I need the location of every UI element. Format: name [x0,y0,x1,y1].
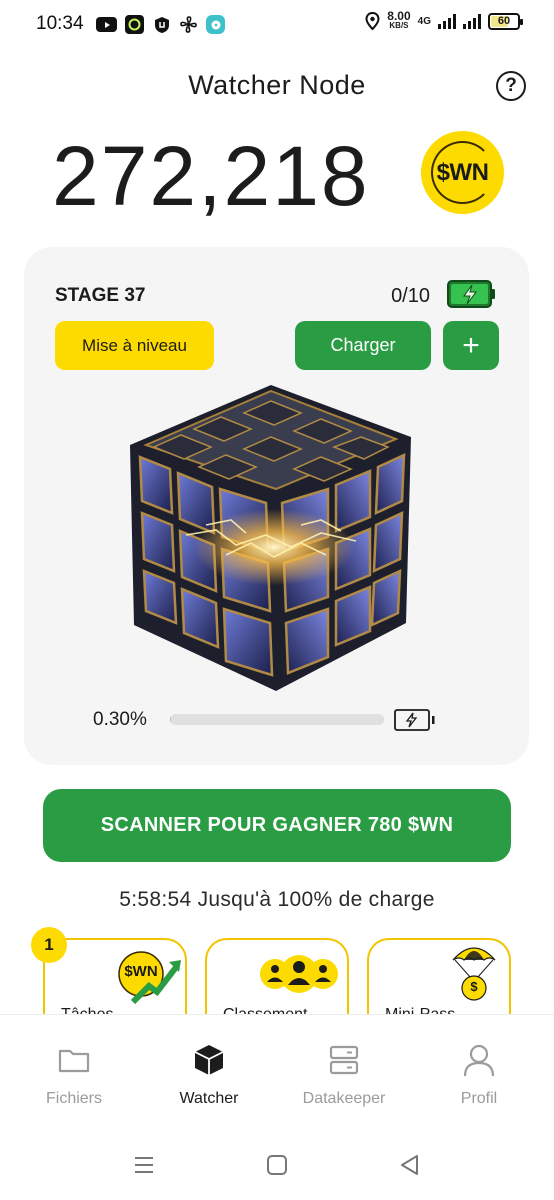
tasks-coin-label: $WN [124,963,158,980]
battery-outline-icon [394,709,435,731]
balance-amount: 272,218 [52,129,370,223]
notification-badge: 1 [31,927,67,963]
progress-percent: 0.30% [93,709,147,730]
status-right: 8.00 KB/S 4G 60 [365,9,523,30]
parachute-coin-icon [452,947,496,1001]
stage-title: STAGE 37 [55,285,146,306]
charge-button[interactable]: Charger [295,321,431,370]
fan-icon [179,15,198,34]
back-icon[interactable] [397,1152,423,1178]
user-icon [463,1044,495,1077]
charge-count: 0/10 [391,285,430,307]
people-group-icon [260,955,338,993]
chat-icon [206,15,225,34]
battery-indicator: 60 [488,12,523,30]
page-title: Watcher Node [188,70,366,100]
speed-value: 8.00 [387,9,411,23]
speed-unit: KB/S [389,21,409,30]
status-bar: 10:34 8.00 KB/S 4G 60 [0,0,554,50]
nav-datakeeper[interactable]: Datakeeper [284,1043,404,1108]
notification-icons [96,15,225,34]
nav-files[interactable]: Fichiers [14,1043,134,1108]
server-icon [329,1045,359,1075]
youtube-icon [96,17,117,32]
battery-charging-icon [447,280,495,308]
battery-level: 60 [497,15,511,27]
system-navigation [0,1124,554,1200]
add-charge-button[interactable]: + [443,321,499,370]
nav-datakeeper-label: Datakeeper [302,1090,386,1107]
location-icon [365,12,380,30]
folder-icon [58,1049,90,1073]
bottom-navigation: Fichiers Watcher Datakeeper Profil [0,1014,554,1124]
progress-bar [170,714,384,725]
shield-app-icon [152,15,171,34]
nav-watcher-label: Watcher [179,1090,239,1107]
network-speed: 8.00 KB/S [387,9,411,30]
nav-files-label: Fichiers [45,1090,102,1107]
stage-card: STAGE 37 0/10 Mise à niveau Charger + 0.… [24,247,529,765]
upgrade-button[interactable]: Mise à niveau [55,321,214,370]
help-button[interactable]: ? [496,71,526,101]
wn-coin-icon: $WN [421,131,504,214]
app-icon [125,15,144,34]
home-icon[interactable] [264,1152,290,1178]
progress-fill [170,714,171,725]
network-type: 4G [417,15,431,27]
mini-pass-coin-label: $ [470,979,478,994]
nav-profile-label: Profil [460,1090,498,1107]
nav-watcher[interactable]: Watcher [149,1043,269,1108]
nav-profile[interactable]: Profil [419,1043,539,1108]
charge-timer: 5:58:54 Jusqu'à 100% de charge [119,888,435,911]
status-time: 10:34 [36,13,84,34]
cube-icon [194,1045,224,1075]
signal-icon [438,13,456,29]
recent-apps-icon[interactable] [131,1152,157,1178]
signal-icon-2 [463,13,481,29]
coin-currency: $WN [436,158,489,186]
scan-button[interactable]: SCANNER POUR GAGNER 780 $WN [43,789,511,862]
watcher-cube-image [130,385,411,691]
